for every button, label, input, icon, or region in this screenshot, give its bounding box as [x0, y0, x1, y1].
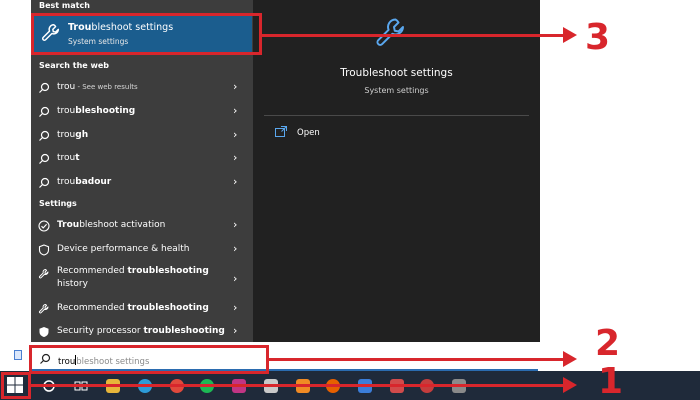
chevron-right-icon: › [233, 151, 238, 164]
best-match-highlight-box [31, 13, 262, 55]
document-icon [14, 350, 22, 360]
callout-2-arrow-line [269, 358, 563, 361]
search-icon [39, 153, 50, 164]
chevron-right-icon: › [233, 272, 238, 285]
callout-1-arrowhead [563, 377, 577, 393]
search-box-highlight-box [29, 345, 269, 374]
search-icon [39, 82, 50, 93]
open-icon [275, 126, 287, 137]
web-result-item[interactable]: troubleshooting › [31, 101, 253, 123]
settings-result-item[interactable]: Device performance & health › [31, 239, 253, 261]
callout-3-arrow-line [262, 34, 563, 37]
callout-1-arrow-line [31, 384, 563, 387]
best-match-header: Best match [39, 1, 90, 10]
callout-1-number: 1 [598, 361, 624, 400]
desktop-background-left [0, 0, 31, 342]
desktop-background-right [540, 0, 700, 342]
wrench-icon [38, 304, 49, 314]
check-circle-icon [38, 220, 50, 232]
search-icon [39, 106, 50, 117]
callout-3-number: 3 [585, 17, 611, 58]
chevron-right-icon: › [233, 242, 238, 255]
callout-3-arrowhead [563, 27, 577, 43]
search-icon [39, 130, 50, 141]
settings-result-item[interactable]: Recommended troubleshooting history › [31, 264, 253, 294]
web-result-item[interactable]: trou - See web results › [31, 77, 253, 99]
search-icon [39, 177, 50, 188]
settings-header: Settings [39, 199, 77, 208]
chevron-right-icon: › [233, 128, 238, 141]
callout-2-number: 2 [595, 323, 621, 364]
settings-result-item[interactable]: Recommended troubleshooting › [31, 298, 253, 320]
shield-icon [38, 244, 50, 256]
web-result-item[interactable]: troubadour › [31, 172, 253, 194]
open-label: Open [297, 128, 320, 138]
wrench-icon [38, 269, 49, 279]
callout-2-arrowhead [563, 351, 577, 367]
wrench-icon [376, 18, 404, 46]
chevron-right-icon: › [233, 301, 238, 314]
web-result-item[interactable]: trough › [31, 125, 253, 147]
preview-pane: Troubleshoot settings System settings Op… [253, 0, 540, 342]
chevron-right-icon: › [233, 175, 238, 188]
start-button-highlight-box [1, 372, 31, 399]
web-result-item[interactable]: trout › [31, 148, 253, 170]
chevron-right-icon: › [233, 80, 238, 93]
search-web-header: Search the web [39, 61, 110, 70]
open-action[interactable]: Open [275, 126, 355, 142]
chevron-right-icon: › [233, 104, 238, 117]
preview-subtitle: System settings [364, 86, 429, 95]
settings-result-item[interactable]: Security processor troubleshooting › [31, 321, 253, 343]
chevron-right-icon: › [233, 324, 238, 337]
chevron-right-icon: › [233, 218, 238, 231]
divider [264, 115, 529, 116]
preview-title: Troubleshoot settings [340, 67, 453, 79]
settings-result-item[interactable]: Troubleshoot activation › [31, 215, 253, 237]
shield-icon [39, 327, 49, 337]
